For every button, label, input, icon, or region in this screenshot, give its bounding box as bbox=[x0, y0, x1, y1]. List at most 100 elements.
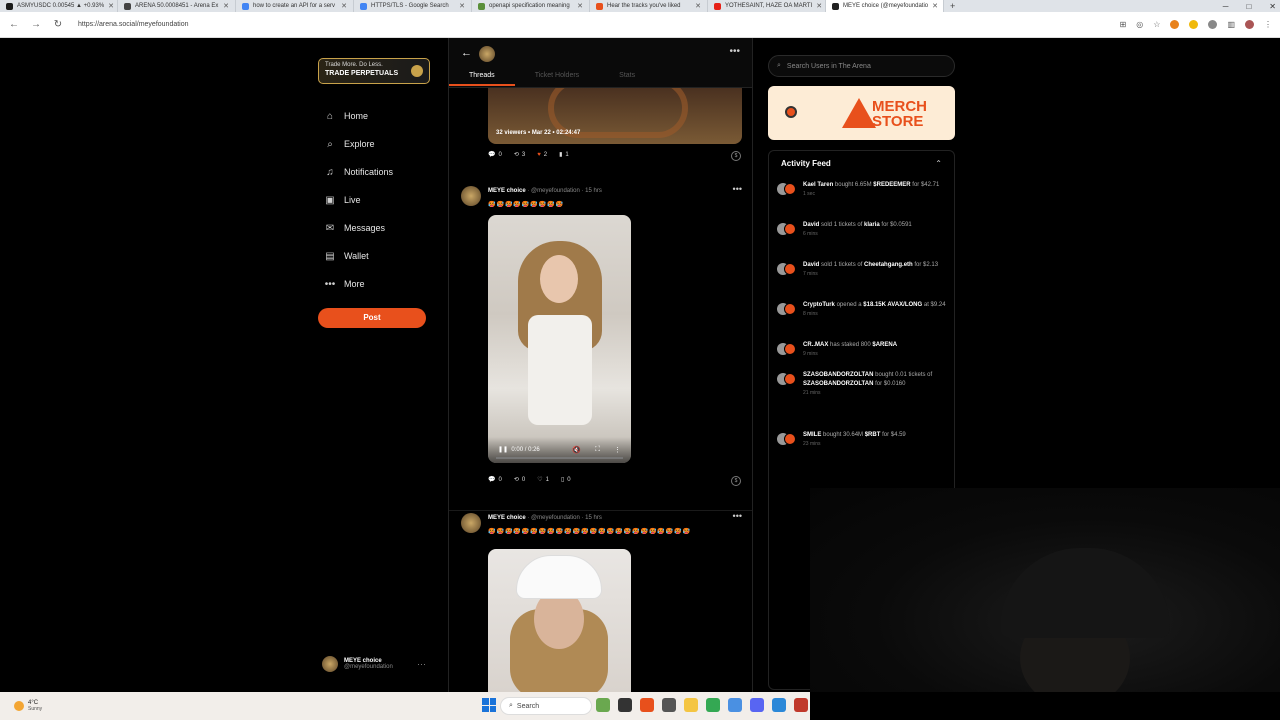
merch-store-banner[interactable]: MERCH STORE bbox=[768, 86, 955, 140]
sidebar-item-home[interactable]: ⌂ Home bbox=[324, 102, 393, 130]
sidebar-item-live[interactable]: ▣ Live bbox=[324, 186, 393, 214]
favicon-icon bbox=[596, 2, 603, 10]
bookmark-button[interactable]: ▯ 0 bbox=[561, 476, 571, 484]
browser-tab[interactable]: Hear the tracks you've liked ✕ bbox=[590, 0, 708, 12]
home-icon: ⌂ bbox=[326, 110, 334, 122]
tab-close-icon[interactable]: ✕ bbox=[108, 2, 114, 10]
metamask-icon[interactable] bbox=[1170, 20, 1180, 29]
browser-tab[interactable]: openapi specification meaning ✕ bbox=[472, 0, 590, 12]
browser-tab[interactable]: YOTHESAINT, HAZE OA MARTI ✕ bbox=[708, 0, 826, 12]
tip-icon[interactable]: $ bbox=[731, 476, 741, 486]
browser-tab[interactable]: MEYE choice (@meyefoundatio ✕ bbox=[826, 0, 944, 12]
app-icon[interactable] bbox=[618, 698, 632, 712]
tab-close-icon[interactable]: ✕ bbox=[932, 2, 938, 10]
tab-close-icon[interactable]: ✕ bbox=[341, 2, 347, 10]
post-button[interactable]: Post bbox=[318, 308, 426, 328]
tab-close-icon[interactable]: ✕ bbox=[695, 2, 701, 10]
tab-stats[interactable]: Stats bbox=[599, 72, 655, 86]
wallet-extension-icon[interactable] bbox=[1189, 20, 1199, 29]
browser-tab[interactable]: HTTPS/TLS - Google Search ✕ bbox=[354, 0, 472, 12]
sidebar-item-messages[interactable]: ✉ Messages bbox=[324, 214, 393, 242]
tip-icon[interactable]: $ bbox=[731, 151, 741, 161]
activity-user: Kael Taren bbox=[803, 182, 834, 188]
windows-start-icon[interactable] bbox=[482, 698, 496, 712]
discord-icon[interactable] bbox=[750, 698, 764, 712]
tab-ticket-holders[interactable]: Ticket Holders bbox=[515, 72, 599, 86]
chevron-up-icon[interactable]: ⌃ bbox=[935, 159, 942, 168]
post-menu-icon[interactable]: ••• bbox=[733, 511, 742, 521]
comment-button[interactable]: 💬 0 bbox=[488, 476, 502, 484]
browser-tab[interactable]: ARENA 50.0008451 - Arena Ex ✕ bbox=[118, 0, 236, 12]
fullscreen-icon[interactable]: ⛶ bbox=[595, 446, 600, 454]
post-author[interactable]: MEYE choice bbox=[488, 515, 526, 521]
repost-button[interactable]: ⟲ 3 bbox=[513, 151, 525, 159]
back-arrow-icon[interactable]: ← bbox=[461, 47, 472, 59]
post-video[interactable] bbox=[488, 549, 631, 692]
menu-icon[interactable]: ⋮ bbox=[1264, 20, 1272, 29]
install-icon[interactable]: ⊞ bbox=[1120, 20, 1127, 29]
tab-close-icon[interactable]: ✕ bbox=[459, 2, 465, 10]
activity-action: sold 1 tickets of bbox=[821, 262, 863, 268]
browser-tab[interactable]: ASMYUSDC 0.00545 ▲ +0.93% ✕ bbox=[0, 0, 118, 12]
user-search[interactable]: ⌕ Search Users in The Arena bbox=[768, 55, 955, 77]
repost-button[interactable]: ⟲ 0 bbox=[514, 476, 525, 484]
video-progress-bar[interactable] bbox=[496, 457, 623, 459]
forward-icon[interactable]: → bbox=[30, 19, 42, 30]
search-icon: ⌕ bbox=[777, 62, 781, 69]
app-icon[interactable] bbox=[640, 698, 654, 712]
account-switcher[interactable]: MEYE choice @meyefoundation ··· bbox=[322, 656, 426, 672]
post-author[interactable]: MEYE choice bbox=[488, 188, 526, 194]
file-explorer-icon[interactable] bbox=[684, 698, 698, 712]
app-icon[interactable] bbox=[596, 698, 610, 712]
browser-tab[interactable]: how to create an API for a serv ✕ bbox=[236, 0, 354, 12]
more-options-icon[interactable]: ••• bbox=[729, 46, 740, 57]
reload-icon[interactable]: ↻ bbox=[52, 19, 64, 30]
tab-strip: ASMYUSDC 0.00545 ▲ +0.93% ✕ ARENA 50.00084… bbox=[0, 0, 944, 12]
star-icon[interactable]: ☆ bbox=[1153, 20, 1160, 29]
tab-close-icon[interactable]: ✕ bbox=[577, 2, 583, 10]
comment-button[interactable]: 💬 0 bbox=[488, 151, 502, 159]
search-input[interactable]: Search Users in The Arena bbox=[787, 63, 871, 70]
back-icon[interactable]: ← bbox=[8, 19, 20, 30]
repost-icon: ⟲ bbox=[513, 152, 519, 158]
tab-close-icon[interactable]: ✕ bbox=[816, 2, 822, 10]
profile-avatar-small[interactable] bbox=[479, 46, 495, 62]
profile-avatar[interactable] bbox=[1245, 20, 1254, 29]
url-field[interactable]: https://arena.social/meyefoundation bbox=[78, 21, 189, 28]
close-icon[interactable]: ✕ bbox=[1269, 2, 1276, 11]
window-controls: ─ □ ✕ bbox=[1223, 0, 1276, 12]
sidebar-icon[interactable]: ▥ bbox=[1227, 20, 1235, 29]
like-button[interactable]: ♥ 2 bbox=[537, 152, 547, 158]
post-video[interactable]: ❚❚ 0:00 / 0:26 🔇 ⛶ ⋮ bbox=[488, 215, 631, 463]
trade-perpetuals-banner[interactable]: Trade More. Do Less. TRADE PERPETUALS bbox=[318, 58, 430, 84]
post-menu-icon[interactable]: ••• bbox=[733, 184, 742, 194]
app-icon[interactable] bbox=[772, 698, 786, 712]
sidebar-item-notifications[interactable]: ♫ Notifications bbox=[324, 158, 393, 186]
taskbar-search[interactable]: ⌕ Search bbox=[500, 697, 592, 715]
tab-close-icon[interactable]: ✕ bbox=[223, 2, 229, 10]
activity-amount: for $4.59 bbox=[882, 432, 906, 438]
sidebar-item-more[interactable]: ••• More bbox=[324, 270, 393, 298]
post-avatar[interactable] bbox=[461, 186, 481, 206]
new-tab-button[interactable]: + bbox=[944, 1, 961, 11]
maximize-icon[interactable]: □ bbox=[1246, 2, 1251, 11]
sidebar-item-wallet[interactable]: ▤ Wallet bbox=[324, 242, 393, 270]
minimize-icon[interactable]: ─ bbox=[1223, 2, 1229, 11]
video-menu-icon[interactable]: ⋮ bbox=[614, 446, 621, 454]
app-icon[interactable] bbox=[794, 698, 808, 712]
weather-widget[interactable]: 4°C Sunny bbox=[0, 700, 160, 712]
app-icon[interactable] bbox=[728, 698, 742, 712]
post-avatar[interactable] bbox=[461, 513, 481, 533]
mute-icon[interactable]: 🔇 bbox=[572, 446, 581, 454]
sidebar-item-explore[interactable]: ⌕ Explore bbox=[324, 130, 393, 158]
like-button[interactable]: ♡ 1 bbox=[537, 476, 549, 484]
tracking-icon[interactable]: ◎ bbox=[1136, 20, 1143, 29]
live-stream-thumbnail[interactable]: 32 viewers • Mar 22 • 02:24:47 bbox=[488, 88, 742, 144]
app-icon[interactable] bbox=[662, 698, 676, 712]
bookmark-button[interactable]: ▮ 1 bbox=[559, 151, 569, 159]
messages-icon: ✉ bbox=[325, 222, 335, 234]
chrome-icon[interactable] bbox=[706, 698, 720, 712]
extensions-icon[interactable] bbox=[1208, 20, 1218, 29]
tab-threads[interactable]: Threads bbox=[449, 72, 515, 86]
more-icon[interactable]: ··· bbox=[417, 659, 426, 669]
